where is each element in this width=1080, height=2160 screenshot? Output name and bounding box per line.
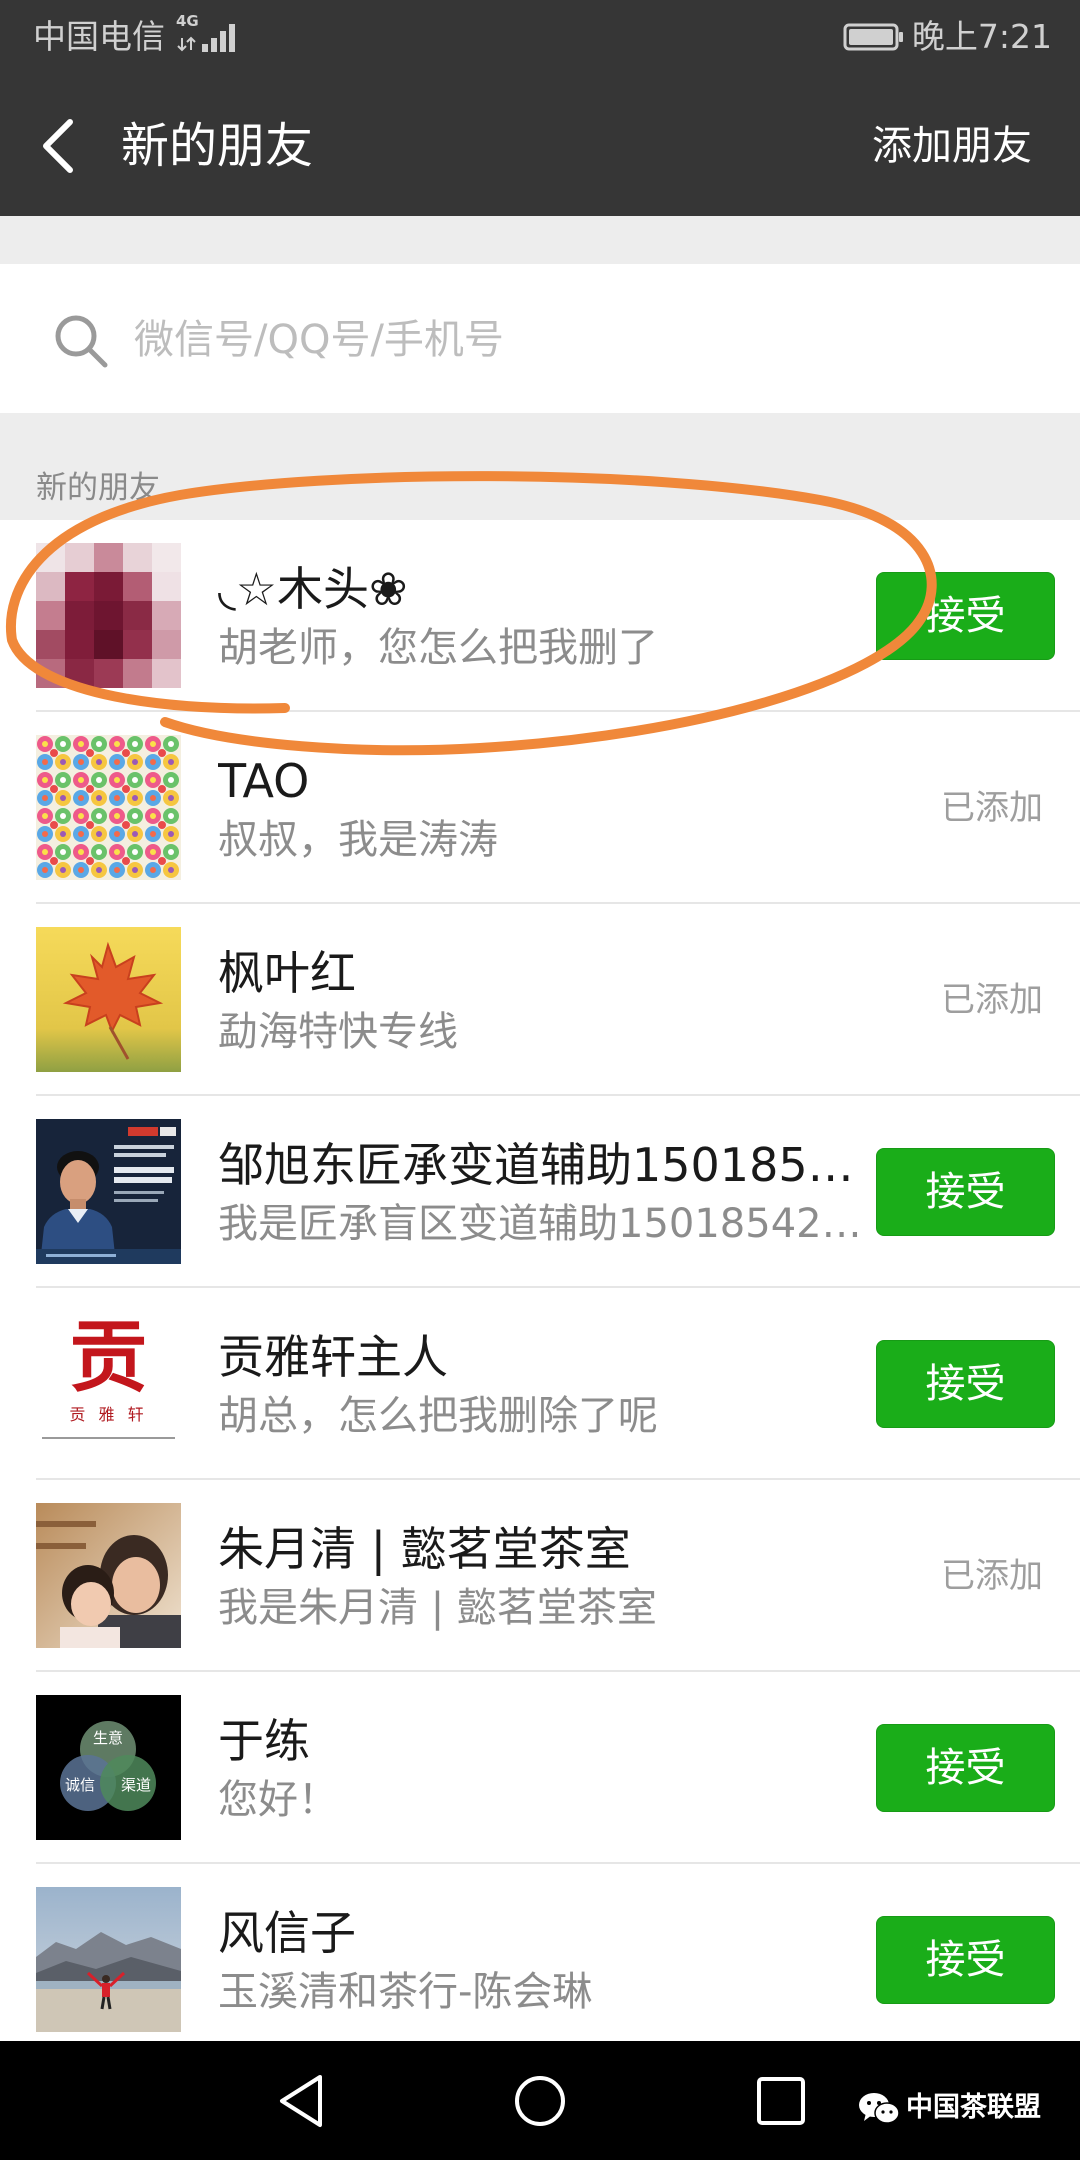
square-recents-icon[interactable]: [752, 2072, 810, 2130]
avatar: [36, 735, 181, 880]
friend-message: 您好！: [218, 1777, 338, 1823]
friend-row[interactable]: 枫叶红 勐海特快专线 已添加: [0, 904, 1080, 1096]
friend-row[interactable]: 贡 贡 雅 轩 贡雅轩主人 胡总，怎么把我删除了呢 接受: [0, 1288, 1080, 1480]
friend-row[interactable]: TAO 叔叔，我是涛涛 已添加: [0, 712, 1080, 904]
watermark-text: 中国茶联盟: [906, 2092, 1041, 2123]
status-bar: 中国电信 4G 晚上7:21: [0, 0, 1080, 76]
friend-list: ◟☆木头❀ 胡老师，您怎么把我删了 接受 TAO 叔叔，我是涛涛 已添加 枫叶红…: [0, 520, 1080, 2056]
circle-home-icon[interactable]: [512, 2073, 568, 2129]
avatar: 生意 诚信 渠道: [36, 1695, 181, 1840]
clock: 晚上7:21: [911, 17, 1052, 56]
friend-message: 胡总，怎么把我删除了呢: [218, 1393, 658, 1439]
friend-message: 胡老师，您怎么把我删了: [218, 625, 658, 671]
page-title: 新的朋友: [121, 118, 314, 174]
friend-message: 玉溪清和茶行-陈会琳: [218, 1969, 593, 2015]
signal-icon: [177, 24, 235, 52]
friend-name: 贡雅轩主人: [218, 1330, 448, 1384]
added-status: 已添加: [941, 980, 1043, 1020]
avatar: [36, 927, 181, 1072]
avatar-logo-divider: [42, 1437, 175, 1439]
friend-name: 于练: [218, 1714, 310, 1768]
friend-name: ◟☆木头❀: [218, 562, 408, 616]
add-friend-button[interactable]: 添加朋友: [872, 121, 1032, 171]
avatar-logo-mark: 贡: [69, 1312, 148, 1403]
friend-name: TAO: [218, 754, 310, 808]
chevron-left-icon: [43, 119, 73, 173]
back-button[interactable]: [28, 112, 92, 180]
accept-button[interactable]: 接受: [876, 1916, 1055, 2004]
friend-message: 勐海特快专线: [218, 1009, 458, 1055]
avatar: [36, 1503, 181, 1648]
friend-row[interactable]: 生意 诚信 渠道 于练 您好！ 接受: [0, 1672, 1080, 1864]
friend-name: 邹旭东匠承变道辅助1501854…: [218, 1138, 868, 1192]
added-status: 已添加: [941, 788, 1043, 828]
search-bar[interactable]: [0, 264, 1080, 413]
friend-message: 我是朱月清 | 懿茗堂茶室: [218, 1585, 657, 1631]
added-status: 已添加: [941, 1556, 1043, 1596]
avatar-logo-caption: 贡 雅 轩: [69, 1405, 148, 1424]
avatar: [36, 1887, 181, 2032]
wechat-icon: [859, 2093, 900, 2124]
friend-name: 枫叶红: [218, 946, 356, 1000]
friend-row[interactable]: 风信子 玉溪清和茶行-陈会琳 接受: [0, 1864, 1080, 2056]
accept-button[interactable]: 接受: [876, 572, 1055, 660]
friend-name: 风信子: [218, 1906, 356, 1960]
friend-message: 叔叔，我是涛涛: [218, 817, 498, 863]
navigation-bar: 中国茶联盟: [0, 2041, 1080, 2160]
avatar: 贡 贡 雅 轩: [36, 1311, 181, 1456]
avatar-logo-right: 渠道: [121, 1776, 151, 1794]
friend-row[interactable]: 朱月清 | 懿茗堂茶室 我是朱月清 | 懿茗堂茶室 已添加: [0, 1480, 1080, 1672]
accept-button[interactable]: 接受: [876, 1148, 1055, 1236]
search-input[interactable]: [134, 312, 1034, 368]
section-header: 新的朋友: [36, 470, 160, 506]
accept-button[interactable]: 接受: [876, 1724, 1055, 1812]
triangle-back-icon[interactable]: [272, 2071, 330, 2131]
avatar: [36, 1119, 181, 1264]
avatar-logo-left: 诚信: [65, 1776, 95, 1794]
search-icon: [55, 315, 108, 368]
avatar-logo-top: 生意: [93, 1729, 123, 1747]
title-bar: 新的朋友 添加朋友: [0, 76, 1080, 216]
friend-name: 朱月清 | 懿茗堂茶室: [218, 1522, 631, 1576]
carrier-label: 中国电信: [33, 17, 165, 56]
friend-row[interactable]: 邹旭东匠承变道辅助1501854… 我是匠承盲区变道辅助15018542… 接受: [0, 1096, 1080, 1288]
accept-button[interactable]: 接受: [876, 1340, 1055, 1428]
friend-row[interactable]: ◟☆木头❀ 胡老师，您怎么把我删了 接受: [0, 520, 1080, 712]
friend-message: 我是匠承盲区变道辅助15018542…: [218, 1201, 862, 1247]
battery-icon: [843, 23, 903, 51]
avatar: [36, 543, 181, 688]
